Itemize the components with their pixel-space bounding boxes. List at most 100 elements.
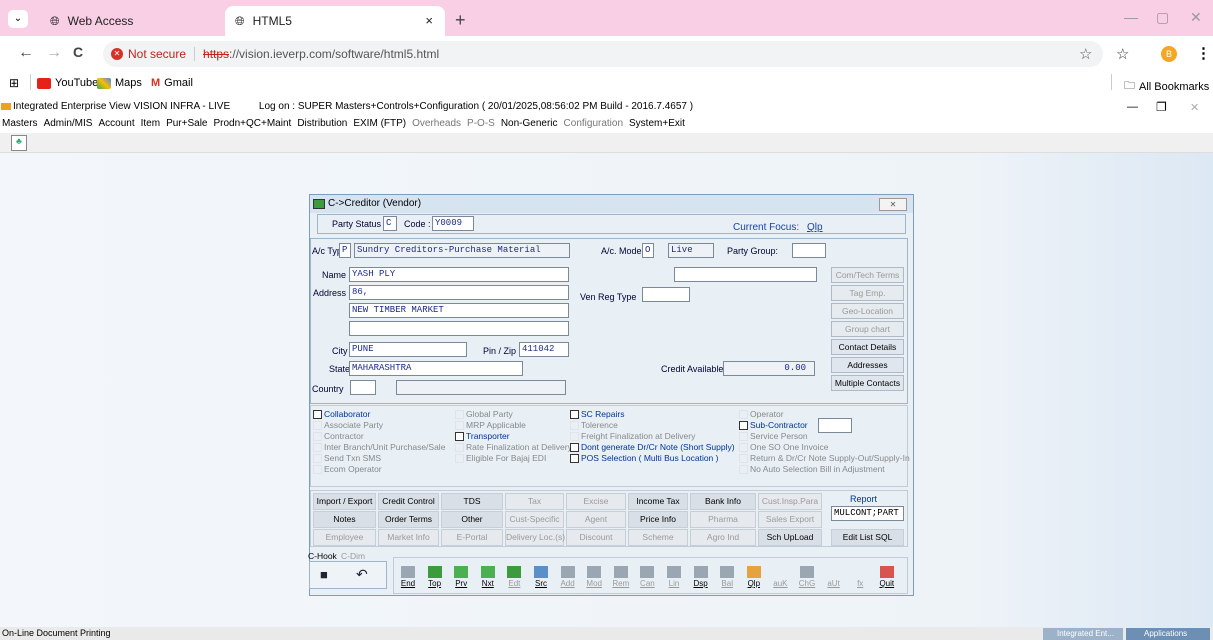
nav-button-auk[interactable]: auK <box>770 566 790 588</box>
flag-checkbox[interactable]: Service Person <box>739 431 808 441</box>
party-status-field[interactable]: C <box>383 216 397 231</box>
checkbox-box[interactable] <box>455 431 464 441</box>
flag-checkbox[interactable]: Global Party <box>455 409 513 419</box>
party-group-field[interactable] <box>792 243 826 258</box>
close-tab-icon[interactable]: × <box>425 13 433 28</box>
grid-button[interactable]: Order Terms <box>378 511 439 528</box>
ven-reg-type-field[interactable] <box>642 287 690 302</box>
nav-button-prv[interactable]: Prv <box>451 566 471 588</box>
side-button[interactable]: Multiple Contacts <box>831 375 904 391</box>
flag-checkbox[interactable]: Collaborator <box>313 409 370 419</box>
pin-field[interactable]: 411042 <box>519 342 569 357</box>
app-minimize-button[interactable]: — <box>1127 101 1138 113</box>
country-code-field[interactable] <box>350 380 376 395</box>
checkbox-box[interactable] <box>739 442 748 452</box>
side-button[interactable]: Geo-Location <box>831 303 904 319</box>
menu-item[interactable]: Non-Generic <box>501 116 558 132</box>
tab-web-access[interactable]: 🌐︎ Web Access × <box>40 6 255 36</box>
tab-html5[interactable]: 🌐︎ HTML5 × <box>225 6 445 36</box>
new-tab-button[interactable]: + <box>455 10 466 31</box>
grid-button[interactable]: Delivery Loc.(s) <box>505 529 565 546</box>
nav-button-fx[interactable]: fx <box>850 566 870 588</box>
nav-button-lin[interactable]: Lin <box>664 566 684 588</box>
nav-button-quit[interactable]: Quit <box>877 566 897 588</box>
browser-menu-icon[interactable]: ⋮ <box>1196 44 1211 62</box>
flag-checkbox[interactable]: POS Selection ( Multi Bus Location ) <box>570 453 718 463</box>
state-field[interactable]: MAHARASHTRA <box>349 361 523 376</box>
side-button[interactable]: Contact Details <box>831 339 904 355</box>
checkbox-box[interactable] <box>313 431 322 441</box>
checkbox-box[interactable] <box>570 409 579 419</box>
checkbox-box[interactable] <box>739 453 748 463</box>
checkbox-box[interactable] <box>455 453 464 463</box>
address-line-2[interactable]: NEW TIMBER MARKET <box>349 303 569 318</box>
c-hook-tab[interactable]: C-Hook <box>308 551 337 561</box>
grid-button[interactable]: Cust.Insp.Para <box>758 493 822 510</box>
grid-button[interactable]: Tax <box>505 493 564 510</box>
flag-checkbox[interactable]: Contractor <box>313 431 364 441</box>
edit-list-sql-button[interactable]: Edit List SQL <box>831 529 904 546</box>
flag-checkbox[interactable]: Return & Dr/Cr Note Supply-Out/Supply-In <box>739 453 910 463</box>
flag-checkbox[interactable]: Send Txn SMS <box>313 453 381 463</box>
flag-checkbox[interactable]: No Auto Selection Bill in Adjustment <box>739 464 885 474</box>
nav-button-add[interactable]: Add <box>558 566 578 588</box>
checkbox-box[interactable] <box>739 464 748 474</box>
flag-checkbox[interactable]: MRP Applicable <box>455 420 526 430</box>
checkbox-box[interactable] <box>570 431 579 441</box>
profile-avatar[interactable]: B <box>1161 46 1177 62</box>
checkbox-box[interactable] <box>455 420 464 430</box>
address-line-1[interactable]: 86, <box>349 285 569 300</box>
nav-button-end[interactable]: End <box>398 566 418 588</box>
bookmark-maps[interactable]: Maps <box>97 77 142 89</box>
menu-item[interactable]: System+Exit <box>629 116 685 132</box>
flag-checkbox[interactable]: Operator <box>739 409 784 419</box>
checkbox-box[interactable] <box>313 442 322 452</box>
nav-button-chg[interactable]: ChG <box>797 566 817 588</box>
grid-button[interactable]: Bank Info <box>690 493 756 510</box>
nav-button-edt[interactable]: Edt <box>504 566 524 588</box>
taskbar-integrated-ent[interactable]: Integrated Ent... <box>1043 628 1123 640</box>
menu-item[interactable]: Admin/MIS <box>44 116 93 132</box>
grid-button[interactable]: E-Portal <box>441 529 503 546</box>
maximize-window-button[interactable]: ▢ <box>1156 9 1169 26</box>
nav-button-qlp[interactable]: Qlp <box>744 566 764 588</box>
not-secure-chip[interactable]: ✕ Not secure <box>111 47 196 61</box>
extension-star-icon[interactable]: ☆ <box>1116 45 1129 63</box>
city-field[interactable]: PUNE <box>349 342 467 357</box>
bookmark-youtube[interactable]: YouTube <box>37 77 98 89</box>
flag-checkbox[interactable]: Associate Party <box>313 420 383 430</box>
flag-checkbox[interactable]: Dont generate Dr/Cr Note (Short Supply) <box>570 442 735 452</box>
checkbox-box[interactable] <box>739 420 748 430</box>
menu-item[interactable]: Pur+Sale <box>166 116 207 132</box>
omnibox[interactable]: ✕ Not secure https://vision.ieverp.com/s… <box>103 41 1103 67</box>
dialog-close-button[interactable]: ✕ <box>879 198 907 211</box>
close-window-button[interactable]: ✕ <box>1190 9 1202 26</box>
undo-icon[interactable]: ↶ <box>356 566 368 583</box>
grid-button[interactable]: Agro Ind <box>690 529 756 546</box>
tab-search-button[interactable]: ⌄ <box>8 10 28 28</box>
app-restore-button[interactable]: ❐ <box>1156 100 1167 114</box>
nav-button-top[interactable]: Top <box>425 566 445 588</box>
grid-button[interactable]: Sch UpLoad <box>758 529 822 546</box>
grid-button[interactable]: Income Tax <box>628 493 688 510</box>
code-field[interactable]: Y0009 <box>432 216 474 231</box>
flag-checkbox[interactable]: One SO One Invoice <box>739 442 828 452</box>
flag-checkbox[interactable]: Transporter <box>455 431 510 441</box>
checkbox-box[interactable] <box>570 420 579 430</box>
sub-contractor-field[interactable] <box>818 418 852 433</box>
grid-button[interactable]: Market Info <box>378 529 439 546</box>
grid-button[interactable]: Scheme <box>628 529 688 546</box>
apps-grid-icon[interactable]: ⊞ <box>9 76 19 90</box>
taskbar-applications[interactable]: Applications <box>1126 628 1210 640</box>
nav-button-mod[interactable]: Mod <box>584 566 604 588</box>
flag-checkbox[interactable]: Freight Finalization at Delivery <box>570 431 695 441</box>
flag-checkbox[interactable]: SC Repairs <box>570 409 624 419</box>
reload-button[interactable]: C <box>73 44 83 60</box>
nav-button-nxt[interactable]: Nxt <box>478 566 498 588</box>
menu-item[interactable]: Overheads <box>412 116 461 132</box>
flag-checkbox[interactable]: Eligible For Bajaj EDI <box>455 453 546 463</box>
report-field[interactable]: MULCONT;PART <box>831 506 904 521</box>
grid-button[interactable]: Employee <box>313 529 376 546</box>
nav-button-rem[interactable]: Rem <box>611 566 631 588</box>
save-icon[interactable]: ■ <box>320 567 328 582</box>
